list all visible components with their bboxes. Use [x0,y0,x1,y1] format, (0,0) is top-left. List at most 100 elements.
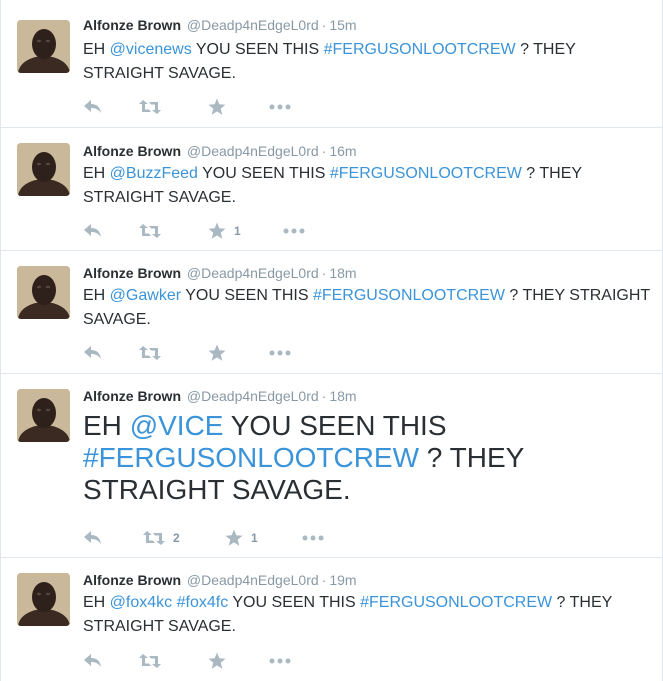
tweet[interactable]: Alfonze Brown @Deadp4nEdgeL0rd · 19m EH @f… [1,559,662,681]
avatar[interactable] [17,389,70,442]
hashtag-link[interactable]: #fox4fc [177,594,229,611]
mention-link[interactable]: @BuzzFeed [110,165,198,182]
retweet-button[interactable]: 2 [143,528,180,548]
tweet[interactable]: Alfonze Brown @Deadp4nEdgeL0rd · 16m EH @B… [1,129,662,251]
tweet[interactable]: Alfonze Brown @Deadp4nEdgeL0rd · 18m EH @V… [1,375,662,558]
fullname[interactable]: Alfonze Brown [83,265,181,281]
username[interactable]: @Deadp4nEdgeL0rd [187,388,319,404]
reply-icon [84,224,101,237]
tweet-actions [83,651,383,671]
reply-button[interactable] [83,97,103,117]
separator-dot: · [321,388,327,404]
more-button[interactable] [283,221,305,241]
username[interactable]: @Deadp4nEdgeL0rd [187,143,319,159]
reply-icon [84,654,101,667]
favorite-button[interactable]: 1 [225,528,258,548]
tweet-actions [83,343,383,363]
star-icon [208,344,226,361]
more-button[interactable] [269,343,291,363]
mention-link[interactable]: @vicenews [110,41,192,58]
username[interactable]: @Deadp4nEdgeL0rd [187,572,319,588]
tweet[interactable]: Alfonze Brown @Deadp4nEdgeL0rd · 18m EH @G… [1,252,662,374]
tweet-text: EH @BuzzFeed YOU SEEN THIS #FERGUSONLOOT… [83,162,653,210]
fullname[interactable]: Alfonze Brown [83,388,181,404]
mention-link[interactable]: @fox4kc [110,594,172,611]
username[interactable]: @Deadp4nEdgeL0rd [187,17,319,33]
separator-dot: · [321,572,327,588]
more-icon [302,535,324,541]
reply-button[interactable] [83,343,103,363]
retweet-icon [143,531,165,545]
text-part: YOU SEEN THIS [223,410,447,441]
reply-button[interactable] [83,651,103,671]
retweet-icon [139,346,161,360]
mention-link[interactable]: @Gawker [110,287,181,304]
star-icon [225,529,243,546]
retweet-icon [139,100,161,114]
text-part: YOU SEEN THIS [197,165,330,182]
tweet-header: Alfonze Brown @Deadp4nEdgeL0rd · 19m [83,571,357,589]
text-part: YOU SEEN THIS [191,41,324,58]
fullname[interactable]: Alfonze Brown [83,572,181,588]
tweet-actions: 2 1 [83,528,383,548]
more-icon [269,658,291,664]
timestamp[interactable]: 18m [329,265,356,281]
separator-dot: · [321,143,327,159]
more-icon [269,104,291,110]
retweet-count: 2 [173,531,180,545]
tweet-header: Alfonze Brown @Deadp4nEdgeL0rd · 18m [83,264,357,282]
hashtag-link[interactable]: #FERGUSONLOOTCREW [83,442,419,473]
favorite-count: 1 [234,224,241,238]
favorite-button[interactable] [208,651,234,671]
tweet[interactable]: Alfonze Brown @Deadp4nEdgeL0rd · 15m EH @v… [1,0,662,128]
retweet-button[interactable] [139,343,169,363]
reply-button[interactable] [83,221,103,241]
hashtag-link[interactable]: #FERGUSONLOOTCREW [313,287,505,304]
avatar[interactable] [17,266,70,319]
text-part: EH [83,594,110,611]
tweet-actions: 1 [83,221,383,241]
favorite-button[interactable] [208,343,234,363]
fullname[interactable]: Alfonze Brown [83,143,181,159]
username[interactable]: @Deadp4nEdgeL0rd [187,265,319,281]
timestamp[interactable]: 15m [329,17,356,33]
timestamp[interactable]: 16m [329,143,356,159]
tweet-header: Alfonze Brown @Deadp4nEdgeL0rd · 16m [83,142,357,160]
retweet-button[interactable] [139,651,169,671]
favorite-button[interactable] [208,97,234,117]
mention-link[interactable]: @VICE [130,410,224,441]
retweet-icon [139,224,161,238]
favorite-button[interactable]: 1 [208,221,241,241]
star-icon [208,652,226,669]
star-icon [208,98,226,115]
favorite-count: 1 [251,531,258,545]
reply-button[interactable] [83,528,103,548]
retweet-button[interactable] [139,97,169,117]
avatar[interactable] [17,20,70,73]
timestamp[interactable]: 18m [329,388,356,404]
fullname[interactable]: Alfonze Brown [83,17,181,33]
reply-icon [84,531,101,544]
timestamp[interactable]: 19m [329,572,356,588]
more-button[interactable] [269,97,291,117]
retweet-button[interactable] [139,221,169,241]
hashtag-link[interactable]: #FERGUSONLOOTCREW [324,41,516,58]
reply-icon [84,346,101,359]
tweet-timeline: Alfonze Brown @Deadp4nEdgeL0rd · 15m EH @v… [0,0,663,681]
star-icon [208,222,226,239]
text-part: EH [83,165,110,182]
text-part: EH [83,410,130,441]
separator-dot: · [321,17,327,33]
more-button[interactable] [269,651,291,671]
tweet-text: EH @VICE YOU SEEN THIS #FERGUSONLOOTCREW… [83,410,603,506]
tweet-header: Alfonze Brown @Deadp4nEdgeL0rd · 15m [83,16,357,34]
more-button[interactable] [302,528,324,548]
avatar[interactable] [17,573,70,626]
text-part: EH [83,41,110,58]
tweet-text: EH @Gawker YOU SEEN THIS #FERGUSONLOOTCR… [83,284,653,332]
hashtag-link[interactable]: #FERGUSONLOOTCREW [360,594,552,611]
avatar[interactable] [17,143,70,196]
tweet-actions [83,97,383,117]
retweet-icon [139,654,161,668]
hashtag-link[interactable]: #FERGUSONLOOTCREW [330,165,522,182]
